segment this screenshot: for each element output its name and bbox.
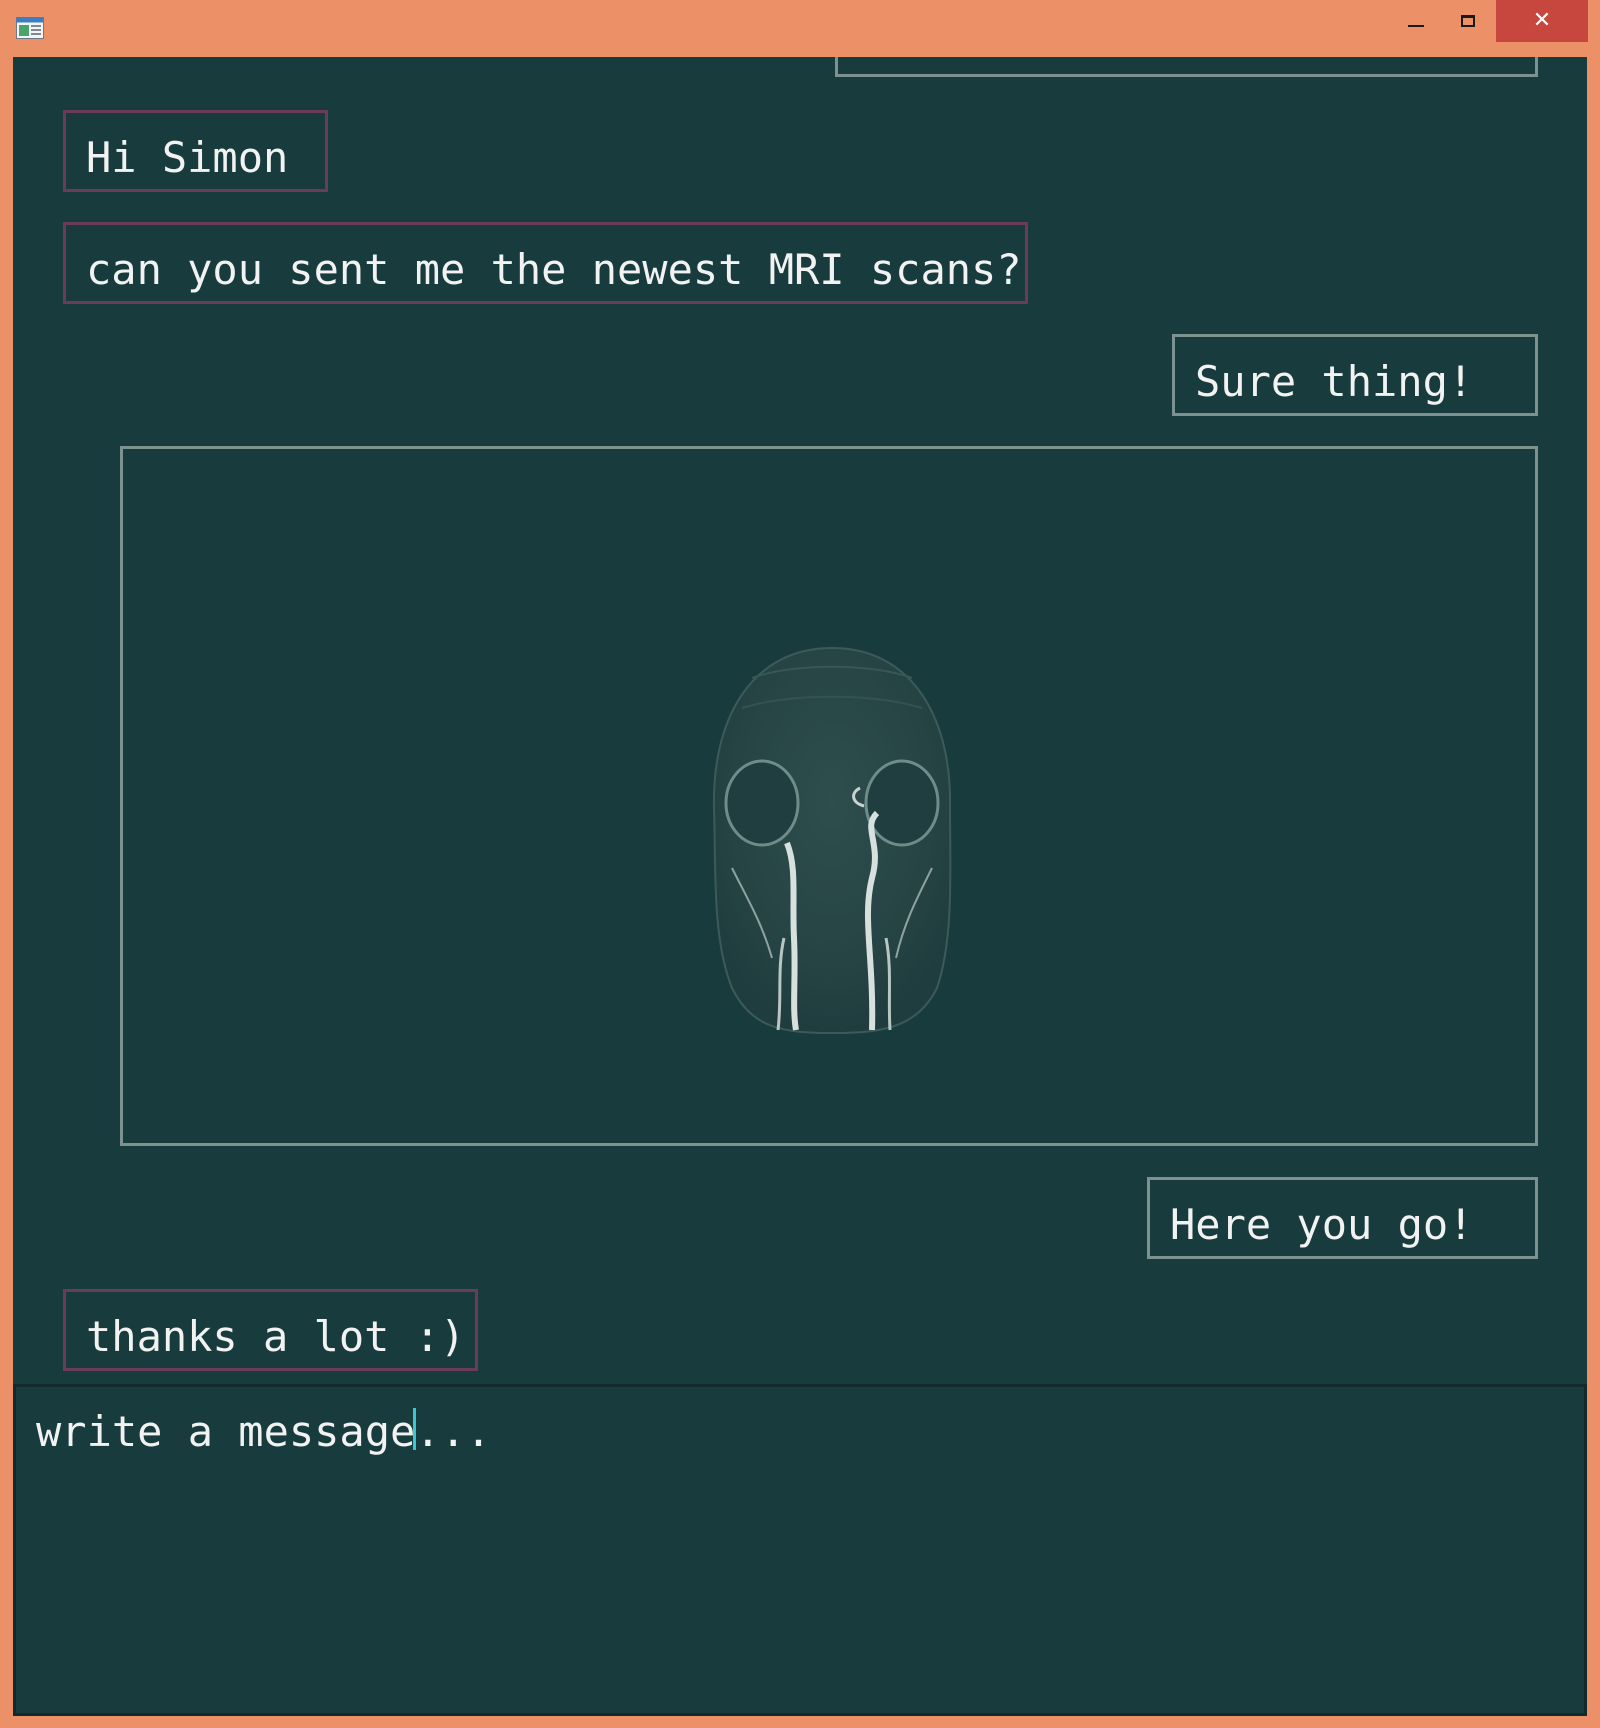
message-list[interactable]: Hi Simon can you sent me the newest MRI … xyxy=(13,57,1587,1384)
chat-window: ✕ Hi Simon can you sent me the newest MR… xyxy=(0,0,1600,1728)
message-composer xyxy=(13,1384,1587,1716)
message-text: thanks a lot :) xyxy=(86,1312,466,1361)
message-text: Hi Simon xyxy=(86,133,289,182)
message-bubble-outgoing: Here you go! xyxy=(1147,1177,1538,1259)
message-bubble-incoming: thanks a lot :) xyxy=(63,1289,478,1371)
maximize-button[interactable] xyxy=(1442,0,1494,42)
minimize-button[interactable] xyxy=(1390,0,1442,42)
app-icon xyxy=(16,17,44,39)
message-input[interactable] xyxy=(16,1387,1584,1713)
text-caret xyxy=(413,1408,416,1450)
minimize-icon xyxy=(1408,25,1424,27)
message-bubble-incoming: can you sent me the newest MRI scans? xyxy=(63,222,1028,304)
message-bubble-partial xyxy=(835,57,1538,77)
message-text: Sure thing! xyxy=(1195,357,1474,406)
close-icon: ✕ xyxy=(1532,8,1552,33)
title-bar[interactable]: ✕ xyxy=(0,0,1600,57)
message-image-attachment[interactable] xyxy=(120,446,1538,1146)
maximize-icon xyxy=(1461,15,1475,27)
message-bubble-incoming: Hi Simon xyxy=(63,110,328,192)
message-bubble-outgoing: Sure thing! xyxy=(1172,334,1538,416)
message-text: can you sent me the newest MRI scans? xyxy=(86,245,1022,294)
close-button[interactable]: ✕ xyxy=(1496,0,1588,42)
mri-scan-image xyxy=(712,646,952,1035)
message-text: Here you go! xyxy=(1170,1200,1474,1249)
